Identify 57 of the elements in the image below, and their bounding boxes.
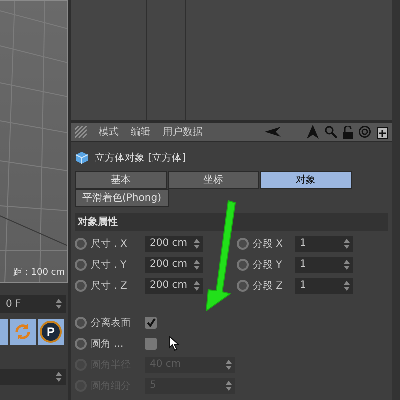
search-icon[interactable] xyxy=(325,126,337,138)
radio-button[interactable] xyxy=(237,280,249,292)
object-title: 立方体对象 [立方体] xyxy=(95,152,186,165)
spinner-icon[interactable] xyxy=(56,372,62,382)
input-field[interactable]: 200 cm xyxy=(145,278,203,294)
menu-item[interactable]: 编辑 xyxy=(131,125,151,139)
spinner-icon[interactable] xyxy=(344,238,350,248)
input-field[interactable]: 1 xyxy=(295,256,353,272)
field-label: 尺寸 . Z xyxy=(91,280,128,292)
viewport[interactable]: 距 : 100 cm xyxy=(0,0,68,283)
tab[interactable]: 平滑着色(Phong) xyxy=(75,189,169,207)
radio-button[interactable] xyxy=(237,258,249,270)
field-label: 尺寸 . Y xyxy=(91,258,128,272)
up-arrow-icon[interactable] xyxy=(307,125,319,139)
radio-button[interactable] xyxy=(75,238,87,250)
dropdown[interactable] xyxy=(0,369,66,385)
check-icon xyxy=(146,318,156,327)
radio-button[interactable] xyxy=(75,258,87,270)
frame-field[interactable]: 0 F xyxy=(0,295,66,313)
menu-item[interactable]: 用户数据 xyxy=(163,125,203,139)
input-field[interactable]: 200 cm xyxy=(145,256,203,272)
input-field[interactable]: 1 xyxy=(295,278,353,294)
field-label: 分段 Y xyxy=(253,258,284,272)
field-label: 尺寸 . X xyxy=(91,238,128,250)
spinner-icon[interactable] xyxy=(344,280,350,290)
spinner-icon[interactable] xyxy=(194,280,200,290)
tab[interactable]: 坐标 xyxy=(168,171,260,189)
radio-button[interactable] xyxy=(75,338,87,350)
input-field[interactable]: 200 cm xyxy=(145,236,203,252)
spinner-icon[interactable] xyxy=(194,238,200,248)
field-label: 分段 Z xyxy=(253,280,284,292)
radio-button[interactable] xyxy=(75,316,87,328)
checkbox[interactable] xyxy=(145,338,157,350)
spinner-icon[interactable] xyxy=(344,260,350,270)
menu-item[interactable]: 模式 xyxy=(99,125,119,139)
spinner-icon[interactable] xyxy=(56,299,62,309)
back-arrow-icon[interactable] xyxy=(265,127,281,137)
add-icon[interactable] xyxy=(377,126,388,138)
distance-label: 距 : 100 cm xyxy=(13,267,66,280)
refresh-icon xyxy=(13,322,33,342)
mouse-cursor-icon xyxy=(169,336,179,351)
option-label: 圆角 ... xyxy=(91,338,125,350)
lock-icon[interactable] xyxy=(343,126,353,138)
target-icon[interactable] xyxy=(359,126,371,138)
cube-icon xyxy=(75,151,89,165)
checkbox[interactable] xyxy=(145,316,157,328)
radio-button[interactable] xyxy=(75,280,87,292)
option-label: 分离表面 xyxy=(91,316,132,330)
grip-icon[interactable] xyxy=(75,126,87,138)
tool-button[interactable]: P xyxy=(38,319,64,345)
section-header: 对象属性 xyxy=(75,213,388,231)
field-label: 分段 X xyxy=(253,238,284,250)
tab[interactable]: 基本 xyxy=(75,171,167,189)
spinner-icon[interactable] xyxy=(194,260,200,270)
tab[interactable]: 对象 xyxy=(260,171,352,189)
input-field[interactable]: 1 xyxy=(295,236,353,252)
radio-button[interactable] xyxy=(237,238,249,250)
